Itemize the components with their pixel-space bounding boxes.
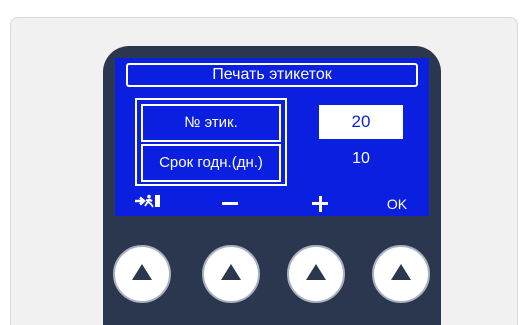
- shelf-life-value: 10: [352, 150, 370, 167]
- softkey-ok: OK: [386, 196, 408, 212]
- triangle-up-icon: [132, 264, 152, 280]
- screen-title: Печать этикеток: [126, 63, 418, 87]
- labels-group: № этик. Срок годн.(дн.): [135, 98, 287, 186]
- triangle-up-icon: [306, 264, 326, 280]
- softkey-plus: [300, 194, 340, 214]
- exit-running-man-icon: [135, 194, 160, 208]
- hardware-button-4[interactable]: [372, 245, 430, 303]
- label-shelf-life: Срок годн.(дн.): [141, 144, 281, 182]
- softkey-exit: [133, 194, 163, 214]
- label-label-count: № этик.: [141, 104, 281, 142]
- minus-icon: [222, 202, 238, 206]
- softkey-minus: [210, 194, 250, 214]
- lcd-screen: Печать этикеток № этик. Срок годн.(дн.) …: [115, 58, 429, 216]
- hardware-button-2[interactable]: [202, 245, 260, 303]
- plus-icon: [312, 195, 328, 212]
- label-count-value: 20: [319, 105, 403, 139]
- hardware-button-1[interactable]: [113, 245, 171, 303]
- triangle-up-icon: [391, 264, 411, 280]
- hardware-button-3[interactable]: [287, 245, 345, 303]
- triangle-up-icon: [221, 264, 241, 280]
